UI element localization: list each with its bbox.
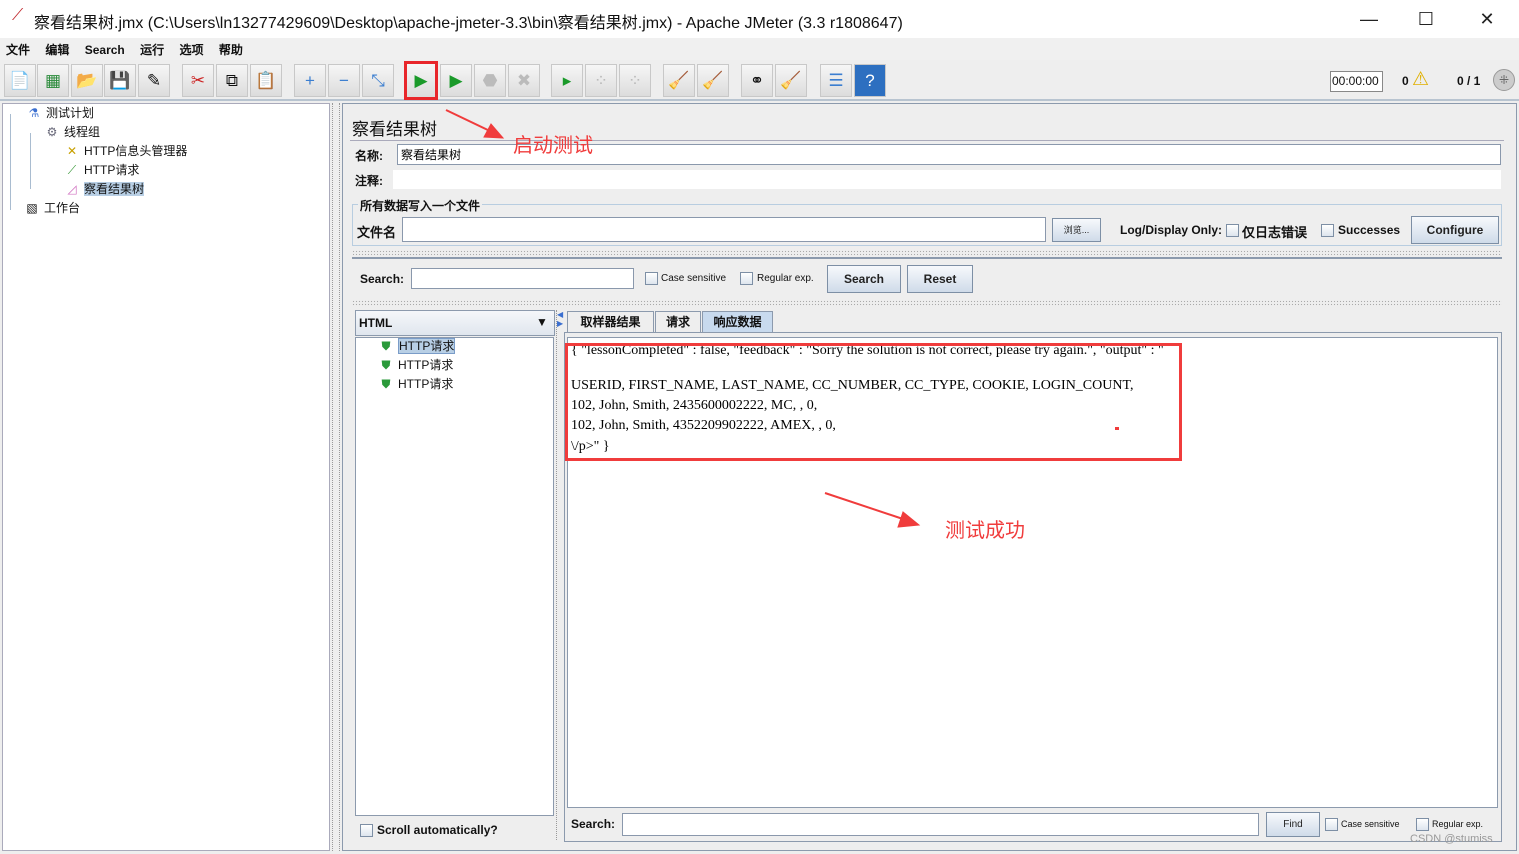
arrow-success [824, 492, 921, 528]
annotation-start-test: 启动测试 [513, 135, 593, 157]
annotation-test-success: 测试成功 [945, 520, 1025, 542]
arrow-start [445, 109, 505, 139]
annotation-arrows [445, 109, 921, 528]
